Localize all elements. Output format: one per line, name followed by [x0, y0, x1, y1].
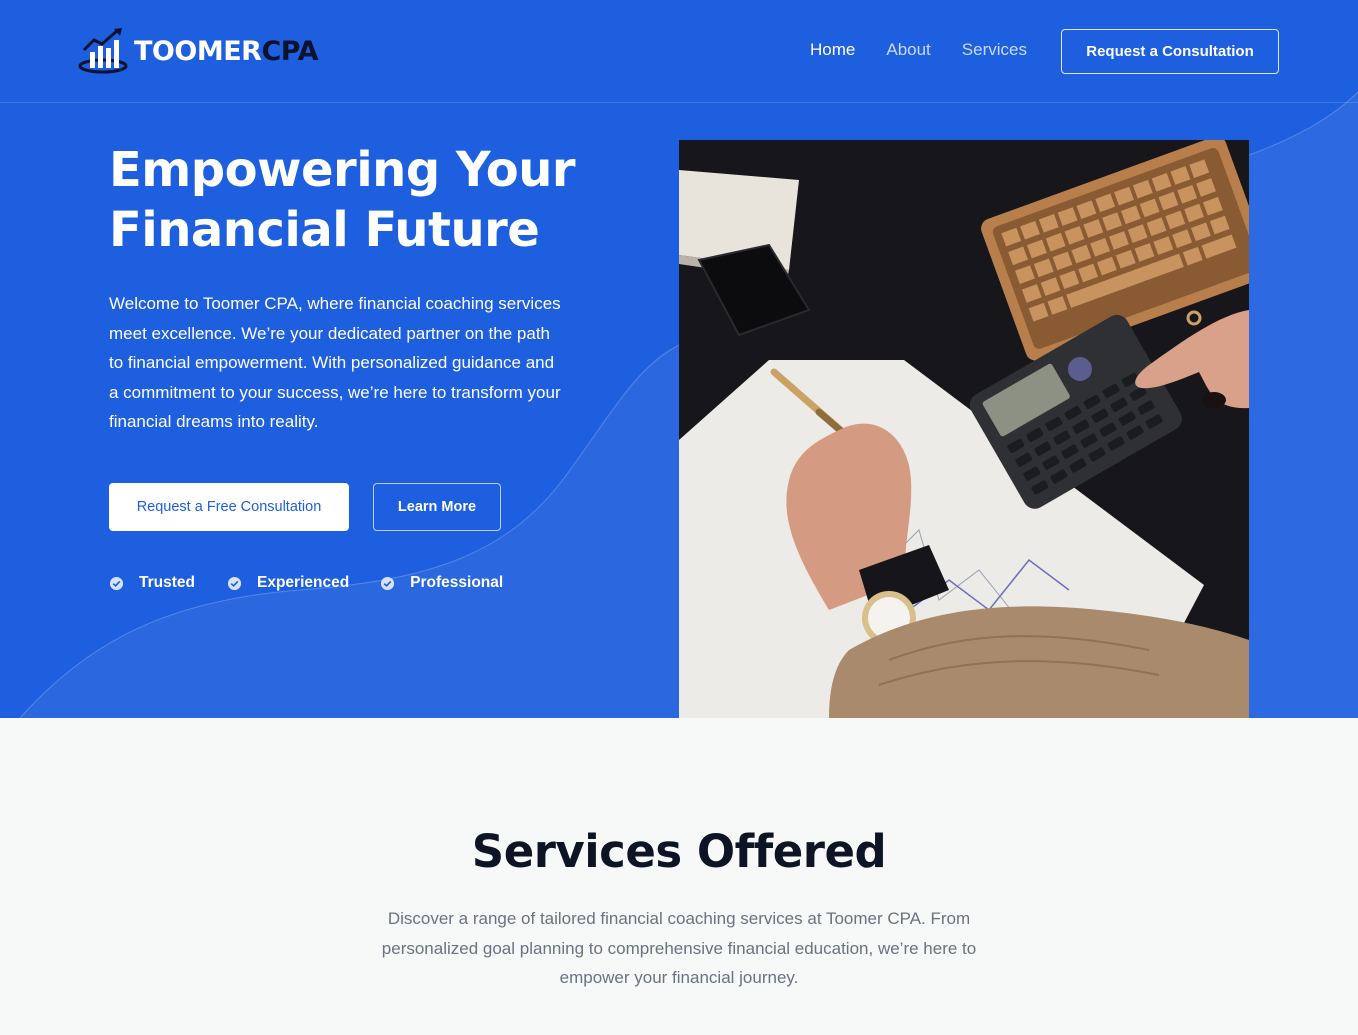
nav-services[interactable]: Services	[962, 40, 1027, 60]
logo-wordmark: TOOMERCPA	[134, 36, 318, 67]
request-consultation-button[interactable]: Request a Consultation	[1061, 29, 1279, 74]
hero-title-line-1: Empowering Your	[109, 142, 576, 198]
services-section-description: Discover a range of tailored financial c…	[381, 909, 977, 988]
badge-label: Trusted	[139, 574, 195, 591]
badge-experienced: Experienced	[227, 574, 349, 592]
main-navigation: Home About Services	[810, 40, 1027, 60]
logo-text-toomer: TOOMER	[134, 35, 262, 67]
nav-home[interactable]: Home	[810, 40, 855, 60]
learn-more-button[interactable]: Learn More	[373, 483, 501, 531]
site-header: TOOMERCPA Home About Services Request a …	[0, 0, 1358, 103]
badge-professional: Professional	[380, 574, 503, 592]
request-free-consultation-button[interactable]: Request a Free Consultation	[109, 483, 349, 531]
hero-photo-calculator-desk	[679, 140, 1249, 718]
hero-title: Empowering Your Financial Future	[109, 140, 629, 260]
hero-section: TOOMERCPA Home About Services Request a …	[0, 0, 1358, 718]
hero-title-line-2: Financial Future	[109, 202, 540, 258]
badge-trusted: Trusted	[109, 574, 195, 592]
trust-badges: Trusted Experienced Professional	[109, 574, 503, 592]
check-circle-icon	[109, 576, 124, 590]
badge-label: Experienced	[256, 574, 350, 591]
check-circle-icon	[227, 576, 242, 590]
bar-chart-logo-icon	[78, 28, 128, 74]
badge-label: Professional	[410, 574, 504, 591]
logo-text-cpa: CPA	[261, 35, 318, 67]
services-section-title: Services Offered	[471, 825, 887, 878]
nav-about[interactable]: About	[886, 40, 930, 60]
photo-illustration	[679, 140, 1249, 718]
hero-description: Welcome to Toomer CPA, where financial c…	[109, 294, 561, 432]
check-circle-icon	[381, 576, 395, 590]
site-logo[interactable]: TOOMERCPA	[78, 28, 318, 74]
